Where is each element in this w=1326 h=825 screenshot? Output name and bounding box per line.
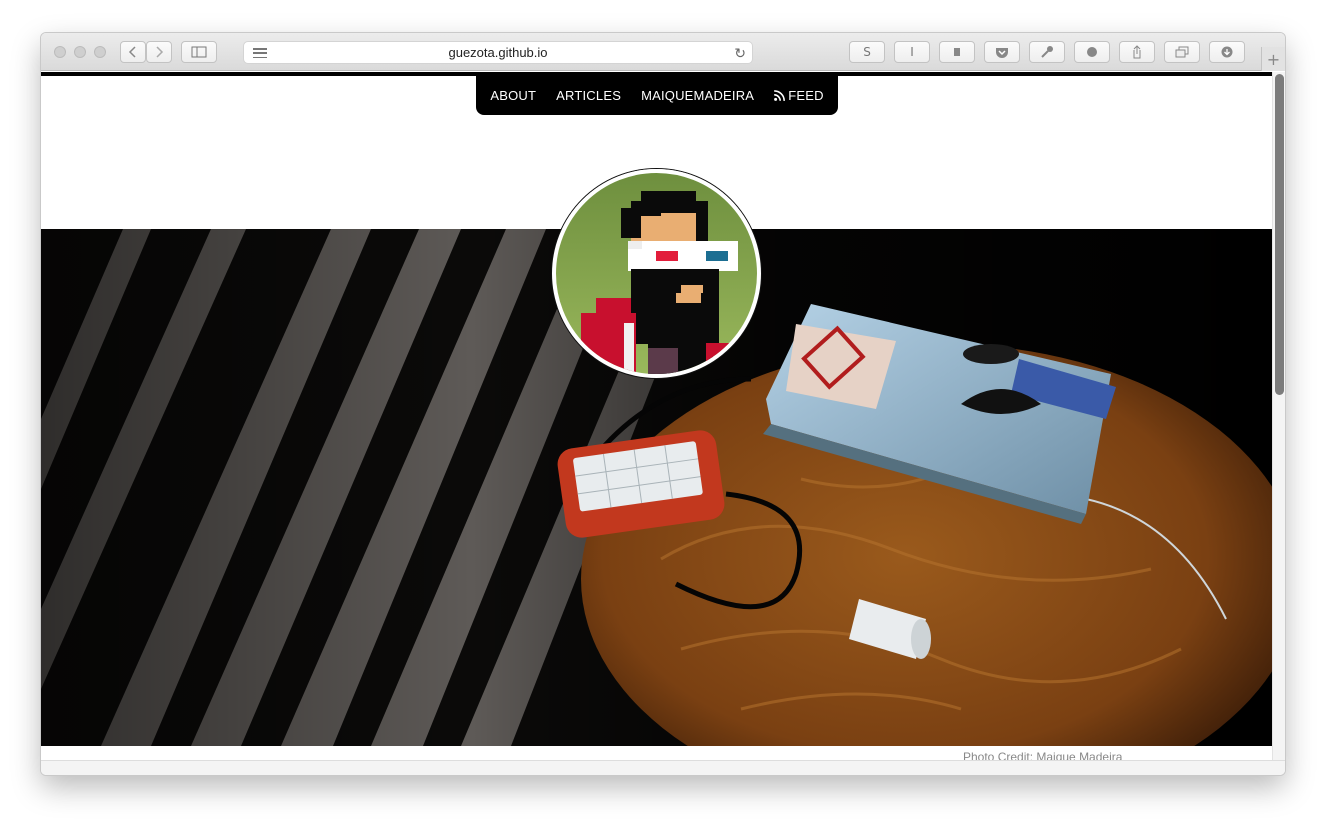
nav-articles-link[interactable]: ARTICLES <box>556 88 621 103</box>
reader-icon[interactable] <box>253 48 267 58</box>
key-icon <box>1041 46 1053 58</box>
rss-icon <box>774 90 786 101</box>
i-extension-button[interactable]: I <box>894 41 930 63</box>
nav-feed-link[interactable]: FEED <box>774 88 823 103</box>
tabs-icon <box>1175 46 1189 58</box>
nav-maiquemadeira-link[interactable]: MAIQUEMADEIRA <box>641 88 754 103</box>
vertical-scrollbar[interactable] <box>1272 72 1285 760</box>
zoom-window-button[interactable] <box>94 46 106 58</box>
browser-window: guezota.github.io ↻ S I + ABOUT ARTICLES… <box>41 33 1285 775</box>
back-button[interactable] <box>120 41 146 63</box>
pocket-button[interactable] <box>984 41 1020 63</box>
i-extension-icon: I <box>910 45 914 59</box>
web-page: ABOUT ARTICLES MAIQUEMADEIRA FEED Photo … <box>41 72 1272 760</box>
ghostery-button[interactable] <box>1074 41 1110 63</box>
reload-icon[interactable]: ↻ <box>734 45 746 62</box>
pocket-icon <box>996 48 1008 58</box>
close-window-button[interactable] <box>54 46 66 58</box>
pixel-avatar-image <box>581 191 738 374</box>
s-extension-button[interactable]: S <box>849 41 885 63</box>
new-tab-button[interactable]: + <box>1261 47 1285 71</box>
minimize-window-button[interactable] <box>74 46 86 58</box>
sidebar-icon <box>191 46 207 58</box>
nav-about-link[interactable]: ABOUT <box>490 88 536 103</box>
sidebar-button[interactable] <box>181 41 217 63</box>
address-bar[interactable]: guezota.github.io ↻ <box>243 41 753 64</box>
nav-feed-label: FEED <box>788 88 824 103</box>
vertical-scrollbar-thumb[interactable] <box>1275 74 1284 395</box>
evernote-icon <box>954 48 960 56</box>
ghostery-icon <box>1087 47 1097 57</box>
download-icon <box>1221 46 1233 58</box>
url-text: guezota.github.io <box>448 45 548 60</box>
downloads-button[interactable] <box>1209 41 1245 63</box>
key-button[interactable] <box>1029 41 1065 63</box>
share-icon <box>1133 45 1141 59</box>
avatar[interactable] <box>552 169 761 378</box>
s-extension-icon: S <box>863 45 871 59</box>
site-navigation: ABOUT ARTICLES MAIQUEMADEIRA FEED <box>476 76 838 115</box>
evernote-button[interactable] <box>939 41 975 63</box>
chevron-right-icon <box>156 46 164 58</box>
tabs-overview-button[interactable] <box>1164 41 1200 63</box>
forward-button[interactable] <box>146 41 172 63</box>
photo-credit: Photo Credit: Maique Madeira <box>963 750 1123 760</box>
chevron-left-icon <box>128 46 136 58</box>
browser-toolbar: guezota.github.io ↻ S I + <box>41 33 1285 71</box>
horizontal-scrollbar[interactable] <box>41 760 1285 775</box>
share-button[interactable] <box>1119 41 1155 63</box>
